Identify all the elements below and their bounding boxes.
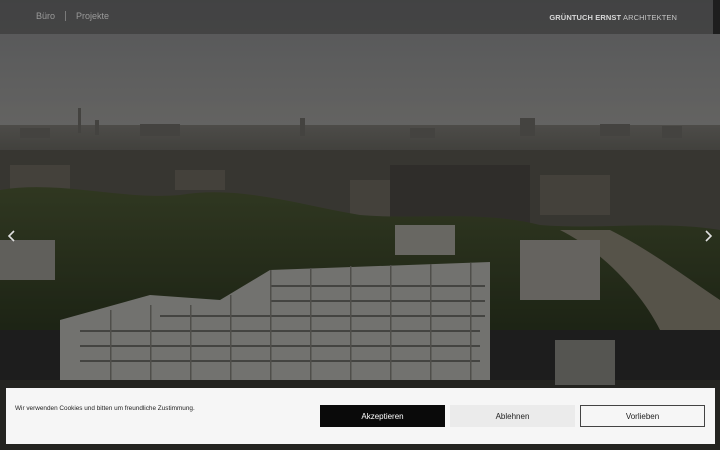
slider-next-button[interactable]: [700, 228, 716, 244]
accept-cookies-button[interactable]: Akzeptieren: [320, 405, 445, 427]
decline-cookies-button[interactable]: Ablehnen: [450, 405, 575, 427]
brand-name-bold: GRÜNTUCH ERNST: [549, 13, 622, 22]
nav-item-projekte[interactable]: Projekte: [76, 11, 109, 21]
chevron-right-icon: [705, 230, 713, 242]
image-dim-overlay: [0, 0, 720, 450]
cookie-preferences-button[interactable]: Vorlieben: [580, 405, 705, 427]
site-header: Büro Projekte GRÜNTUCH ERNST ARCHITEKTEN: [0, 0, 720, 34]
main-nav: Büro Projekte: [36, 11, 109, 21]
cookie-banner: Wir verwenden Cookies und bitten um freu…: [6, 388, 715, 444]
brand-logo[interactable]: GRÜNTUCH ERNST ARCHITEKTEN: [549, 13, 677, 22]
slider-prev-button[interactable]: [4, 228, 20, 244]
hero-image: [0, 0, 720, 450]
cookie-message: Wir verwenden Cookies und bitten um freu…: [15, 405, 195, 412]
brand-name-thin: ARCHITEKTEN: [622, 13, 677, 22]
nav-item-buero[interactable]: Büro: [36, 11, 55, 21]
chevron-left-icon: [7, 230, 15, 242]
nav-separator: [65, 11, 67, 21]
scrollbar[interactable]: [713, 0, 720, 34]
